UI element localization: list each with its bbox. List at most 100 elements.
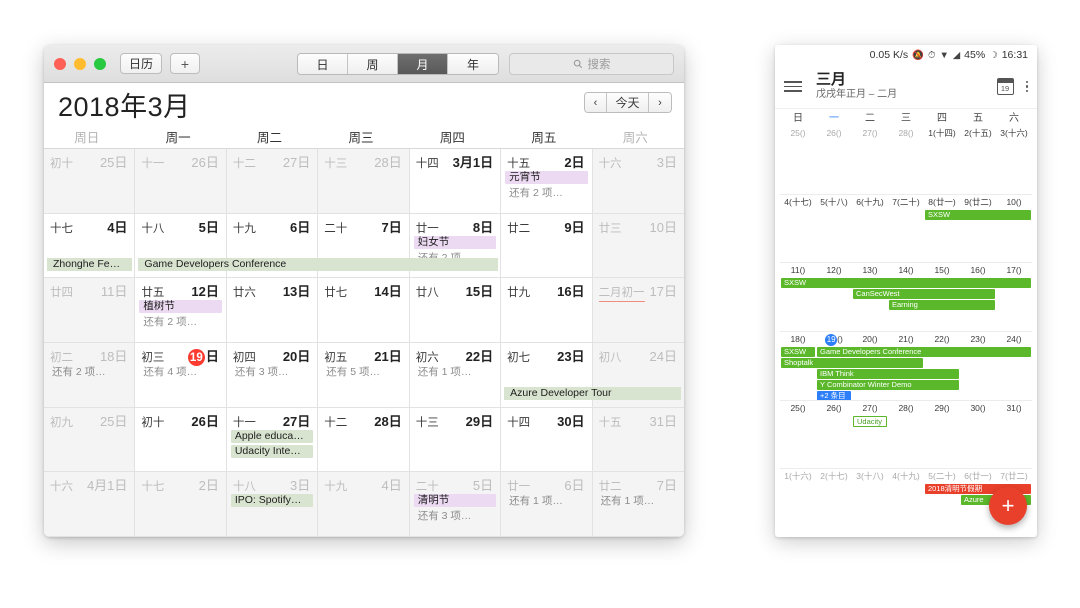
calendar-day-cell[interactable]: 廿二 9日: [501, 213, 593, 279]
android-day-cell[interactable]: 15(): [924, 263, 960, 277]
calendar-day-cell[interactable]: 廿九 16日: [501, 278, 593, 343]
calendar-span-event[interactable]: Zhonghe Fe…: [47, 258, 133, 271]
more-events-label[interactable]: 还有 1 项…: [418, 364, 496, 379]
android-day-cell[interactable]: 28(): [888, 126, 924, 140]
calendar-day-cell[interactable]: 初九 25日: [44, 407, 136, 473]
android-day-cell[interactable]: 21(): [888, 332, 924, 346]
android-day-cell[interactable]: 20(): [852, 332, 888, 346]
calendars-toggle-button[interactable]: 日历: [120, 53, 163, 74]
calendar-day-cell[interactable]: 十九 4日: [318, 472, 410, 537]
calendar-event[interactable]: 清明节: [413, 494, 497, 508]
maximize-window-button[interactable]: [94, 57, 106, 70]
android-day-cell[interactable]: 26(): [816, 126, 852, 140]
date-navigation[interactable]: ‹ 今天 ›: [584, 92, 672, 113]
android-calendar-event[interactable]: Y Combinator Winter Demo: [817, 380, 959, 391]
calendar-day-cell[interactable]: 初五 21日 还有 5 项…: [318, 342, 410, 408]
android-calendar-event[interactable]: SXSW: [781, 347, 815, 358]
android-day-cell[interactable]: 24(): [996, 332, 1032, 346]
calendar-day-cell[interactable]: 初三 19 日还有 4 项…: [135, 342, 227, 408]
more-events-label[interactable]: 还有 3 项…: [418, 508, 496, 523]
android-calendar-event[interactable]: CanSecWest: [853, 289, 995, 300]
calendar-span-event[interactable]: Game Developers Conference: [138, 258, 499, 271]
calendar-day-cell[interactable]: 十二 28日: [318, 407, 410, 473]
android-day-cell[interactable]: 9(廿二): [960, 195, 996, 209]
calendar-day-cell[interactable]: 廿四 11日: [44, 278, 136, 343]
android-day-cell[interactable]: 25(): [780, 126, 816, 140]
android-calendar-event[interactable]: Earning: [889, 300, 995, 311]
android-day-cell[interactable]: 2(十五): [960, 126, 996, 140]
calendar-day-cell[interactable]: 十四 3月1日: [409, 149, 502, 214]
android-day-cell[interactable]: 27(): [852, 126, 888, 140]
previous-month-button[interactable]: ‹: [585, 93, 607, 112]
android-day-cell[interactable]: 1(十四): [924, 126, 960, 140]
android-day-cell[interactable]: 23(): [960, 332, 996, 346]
android-day-cell[interactable]: 7(廿二): [996, 469, 1032, 483]
view-mode-month[interactable]: 月: [398, 54, 448, 74]
calendar-day-cell[interactable]: 初四 20日 还有 3 项…: [226, 342, 319, 408]
android-day-cell[interactable]: 29(): [924, 401, 960, 415]
calendar-day-cell[interactable]: 十三 28日: [318, 149, 410, 214]
android-day-cell[interactable]: 17(): [996, 263, 1032, 277]
view-mode-week[interactable]: 周: [348, 54, 398, 74]
android-day-cell[interactable]: 5(二十): [924, 469, 960, 483]
android-day-cell[interactable]: 27(): [852, 401, 888, 415]
calendar-span-event[interactable]: Azure Developer Tour: [504, 387, 681, 401]
calendar-day-cell[interactable]: 十四 30日: [501, 407, 593, 473]
android-calendar-event[interactable]: SXSW: [781, 278, 1031, 289]
more-events-label[interactable]: 还有 1 项…: [601, 493, 680, 508]
calendar-day-cell[interactable]: 十六 4月1日: [44, 472, 136, 537]
android-day-cell[interactable]: 3(十六): [996, 126, 1032, 140]
android-day-cell[interactable]: 3(十八): [852, 469, 888, 483]
calendar-event[interactable]: 妇女节: [413, 235, 497, 249]
calendar-day-cell[interactable]: 初十 25日: [44, 149, 136, 214]
android-day-cell[interactable]: 7(二十): [888, 195, 924, 209]
android-day-cell[interactable]: 4(十九): [888, 469, 924, 483]
android-calendar-event[interactable]: Udacity: [853, 415, 887, 427]
view-mode-day[interactable]: 日: [298, 54, 348, 74]
calendar-day-cell[interactable]: 廿五 12日 植树节 还有 2 项…: [135, 278, 227, 343]
android-calendar-event[interactable]: Shoptalk: [781, 358, 923, 369]
minimize-window-button[interactable]: [74, 57, 86, 70]
android-day-cell[interactable]: 19(): [816, 332, 852, 346]
today-button[interactable]: 今天: [607, 93, 649, 112]
calendar-day-cell[interactable]: 二十 5日 清明节 还有 3 项…: [409, 472, 502, 537]
android-day-cell[interactable]: 2(十七): [816, 469, 852, 483]
calendar-day-cell[interactable]: 十七 2日: [135, 472, 227, 537]
more-events-label[interactable]: 还有 2 项…: [52, 364, 130, 379]
calendar-day-cell[interactable]: 十一 27日 Apple educa… Udacity Inte…: [226, 407, 319, 473]
android-day-cell[interactable]: 18(): [780, 332, 816, 346]
calendar-event[interactable]: 植树节: [139, 300, 222, 314]
android-day-cell[interactable]: 10(): [996, 195, 1032, 209]
more-events-label[interactable]: 还有 2 项…: [143, 314, 221, 329]
calendar-day-cell[interactable]: 十二 27日: [226, 149, 319, 214]
calendar-day-cell[interactable]: 十三 29日: [409, 407, 502, 473]
calendar-event[interactable]: IPO: Spotify…: [230, 494, 314, 508]
android-day-cell[interactable]: 6(十九): [852, 195, 888, 209]
calendar-day-cell[interactable]: 廿七 14日: [318, 278, 410, 343]
calendar-day-cell[interactable]: 十一 26日: [135, 149, 227, 214]
android-day-cell[interactable]: 28(): [888, 401, 924, 415]
android-day-cell[interactable]: 14(): [888, 263, 924, 277]
android-day-cell[interactable]: 4(十七): [780, 195, 816, 209]
calendar-event[interactable]: Udacity Inte…: [230, 444, 314, 458]
calendar-day-cell[interactable]: 廿八 15日: [409, 278, 502, 343]
android-day-cell[interactable]: 11(): [780, 263, 816, 277]
calendar-day-cell[interactable]: 廿二 7日 还有 1 项…: [592, 472, 684, 537]
android-day-cell[interactable]: 13(): [852, 263, 888, 277]
hamburger-icon[interactable]: [784, 81, 802, 92]
next-month-button[interactable]: ›: [649, 93, 671, 112]
view-mode-year[interactable]: 年: [448, 54, 498, 74]
android-day-cell[interactable]: 26(): [816, 401, 852, 415]
add-event-button[interactable]: +: [170, 53, 201, 74]
android-calendar-event[interactable]: Game Developers Conference: [817, 347, 1031, 358]
calendar-day-cell[interactable]: 十五 2日 元宵节 还有 2 项…: [501, 149, 593, 214]
more-events-label[interactable]: 还有 3 项…: [235, 364, 313, 379]
more-events-label[interactable]: 还有 1 项…: [509, 493, 587, 508]
calendar-day-cell[interactable]: 廿三 10日: [592, 213, 684, 279]
search-input[interactable]: 搜索: [509, 53, 674, 75]
calendar-day-cell[interactable]: 廿一 6日 还有 1 项…: [501, 472, 593, 537]
jump-to-today-icon[interactable]: 19: [996, 78, 1014, 95]
view-mode-segmented-control[interactable]: 日 周 月 年: [297, 53, 499, 75]
close-window-button[interactable]: [54, 57, 66, 70]
calendar-day-cell[interactable]: 初六 22日 还有 1 项…: [409, 342, 502, 408]
